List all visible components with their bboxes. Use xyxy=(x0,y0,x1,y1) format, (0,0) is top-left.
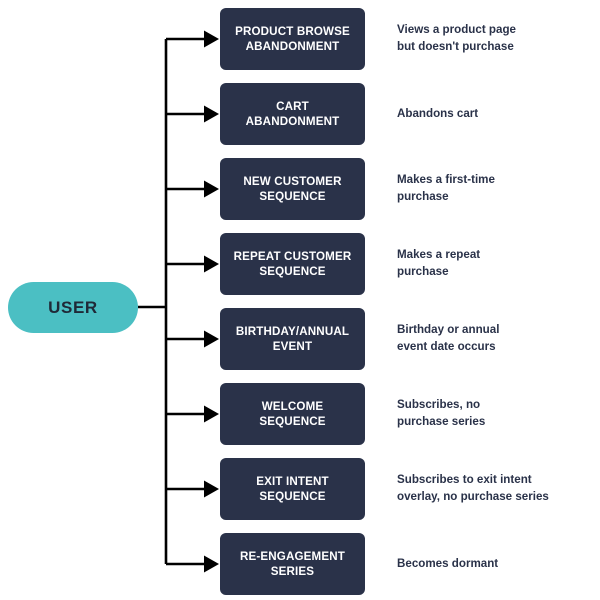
branch-node-2[interactable]: CART ABANDONMENT xyxy=(220,83,365,145)
arrowhead-branch-5 xyxy=(204,330,219,348)
arrowhead-branch-6 xyxy=(204,405,219,423)
branch-row: NEW CUSTOMER SEQUENCE Makes a first-time … xyxy=(220,158,592,220)
branch-node-5[interactable]: BIRTHDAY/ANNUAL EVENT xyxy=(220,308,365,370)
branch-description-text: Makes a first-time purchase xyxy=(397,173,495,203)
branch-node-label: CART ABANDONMENT xyxy=(245,99,340,128)
branch-node-label: PRODUCT BROWSE ABANDONMENT xyxy=(235,24,350,53)
branch-description: Makes a repeat purchase xyxy=(397,233,592,295)
branch-row: PRODUCT BROWSE ABANDONMENT Views a produc… xyxy=(220,8,592,70)
node-user-label: USER xyxy=(48,298,98,317)
branch-description: Birthday or annual event date occurs xyxy=(397,308,592,370)
branch-description: Becomes dormant xyxy=(397,533,592,595)
branch-description-text: Makes a repeat purchase xyxy=(397,248,481,278)
branch-row: WELCOME SEQUENCE Subscribes, no purchase … xyxy=(220,383,592,445)
arrowhead-branch-2 xyxy=(204,105,219,123)
branch-node-label: BIRTHDAY/ANNUAL EVENT xyxy=(235,324,350,353)
branch-node-label: RE-ENGAGEMENT SERIES xyxy=(239,549,345,578)
arrowhead-branch-4 xyxy=(204,255,219,273)
branch-row: RE-ENGAGEMENT SERIES Becomes dormant xyxy=(220,533,592,595)
branch-description-text: Subscribes, no purchase series xyxy=(397,398,486,428)
branch-description-text: Views a product page but doesn't purchas… xyxy=(397,23,516,53)
branch-description: Subscribes, no purchase series xyxy=(397,383,592,445)
branch-description-text: Birthday or annual event date occurs xyxy=(397,323,500,353)
arrowhead-branch-7 xyxy=(204,480,219,498)
branch-node-3[interactable]: NEW CUSTOMER SEQUENCE xyxy=(220,158,365,220)
branch-description: Abandons cart xyxy=(397,83,592,145)
branch-row: BIRTHDAY/ANNUAL EVENT Birthday or annual … xyxy=(220,308,592,370)
branch-row: CART ABANDONMENT Abandons cart xyxy=(220,83,592,145)
branch-node-label: WELCOME SEQUENCE xyxy=(259,399,326,428)
diagram-canvas: USER PRODUCT BROWSE ABANDONMENT Views a p… xyxy=(0,0,600,600)
branch-node-8[interactable]: RE-ENGAGEMENT SERIES xyxy=(220,533,365,595)
branch-node-label: REPEAT CUSTOMER SEQUENCE xyxy=(233,249,352,278)
node-user[interactable]: USER xyxy=(8,282,138,333)
branch-node-1[interactable]: PRODUCT BROWSE ABANDONMENT xyxy=(220,8,365,70)
arrowhead-branch-8 xyxy=(204,555,219,573)
branch-description-text: Subscribes to exit intent overlay, no pu… xyxy=(397,473,549,503)
branch-description: Views a product page but doesn't purchas… xyxy=(397,8,592,70)
branch-node-label: EXIT INTENT SEQUENCE xyxy=(256,474,329,503)
branch-node-6[interactable]: WELCOME SEQUENCE xyxy=(220,383,365,445)
branch-node-label: NEW CUSTOMER SEQUENCE xyxy=(243,174,342,203)
arrowhead-branch-3 xyxy=(204,180,219,198)
arrowhead-branch-1 xyxy=(204,30,219,48)
branch-description-text: Becomes dormant xyxy=(397,556,499,570)
branch-description: Subscribes to exit intent overlay, no pu… xyxy=(397,458,592,520)
branch-row: REPEAT CUSTOMER SEQUENCE Makes a repeat p… xyxy=(220,233,592,295)
branch-description: Makes a first-time purchase xyxy=(397,158,592,220)
branch-description-text: Abandons cart xyxy=(397,106,479,120)
branch-row: EXIT INTENT SEQUENCE Subscribes to exit i… xyxy=(220,458,592,520)
branch-node-7[interactable]: EXIT INTENT SEQUENCE xyxy=(220,458,365,520)
branch-node-4[interactable]: REPEAT CUSTOMER SEQUENCE xyxy=(220,233,365,295)
